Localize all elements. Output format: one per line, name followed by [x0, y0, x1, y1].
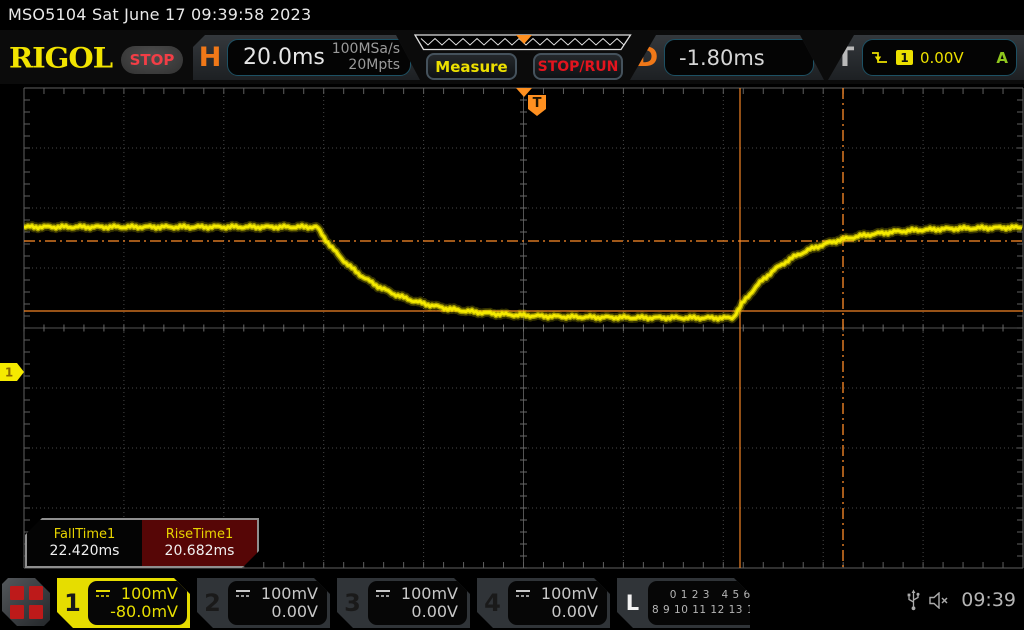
- digital-channels-row2: 8 9 10 11 12 13 14 15: [652, 603, 779, 618]
- dc-coupling-icon: [375, 589, 391, 598]
- trigger-level-value: 0.00V: [920, 49, 964, 67]
- measurement-risetime[interactable]: RiseTime1 20.682ms: [142, 520, 257, 566]
- model-and-datetime: MSO5104 Sat June 17 09:39:58 2023: [8, 5, 311, 24]
- channel-2-status[interactable]: 2 100mV 0.00V: [197, 578, 330, 628]
- delay-label: D: [630, 42, 664, 73]
- channel-scale: 100mV: [121, 585, 178, 603]
- acquisition-status-badge: STOP: [121, 46, 183, 74]
- timebase-value: 20.0ms: [228, 45, 325, 70]
- horizontal-settings-panel[interactable]: H 20.0ms 100MSa/s 20Mpts: [193, 35, 420, 80]
- trigger-label: T: [828, 42, 862, 73]
- trigger-sweep-mode: A: [996, 49, 1008, 67]
- rigol-logo: RIGOL: [9, 42, 112, 74]
- waveform-overview-bar[interactable]: [414, 34, 632, 51]
- dc-coupling-icon: [235, 589, 251, 598]
- trigger-panel[interactable]: T 1 0.00V A: [828, 35, 1024, 80]
- usb-icon: [907, 589, 920, 611]
- channel-menu-button[interactable]: [2, 578, 50, 626]
- waveform-display-area[interactable]: T1 FallTime1 22.420ms RiseTime1 20.682ms: [0, 84, 1024, 572]
- stop-run-button[interactable]: STOP/RUN: [533, 53, 623, 80]
- speaker-muted-icon: [928, 592, 953, 609]
- channel-number: 1: [57, 578, 88, 628]
- delay-display[interactable]: -1.80ms: [664, 39, 814, 76]
- measurement-falltime[interactable]: FallTime1 22.420ms: [27, 520, 142, 566]
- channel-1-status[interactable]: 1 100mV -80.0mV: [57, 578, 190, 628]
- measurement-value: 20.682ms: [165, 543, 235, 559]
- acquisition-rates: 100MSa/s 20Mpts: [332, 42, 410, 73]
- system-status-icons: 09:39: [907, 589, 1016, 611]
- horizontal-label: H: [193, 42, 227, 73]
- measurement-name: RiseTime1: [166, 527, 234, 542]
- dc-coupling-icon: [515, 589, 531, 598]
- channel-status-bar: 1 100mV -80.0mV 2 100mV 0.00V: [0, 572, 1024, 630]
- svg-text:1: 1: [5, 366, 13, 380]
- svg-text:T: T: [533, 96, 542, 111]
- top-title-bar: MSO5104 Sat June 17 09:39:58 2023: [0, 0, 1024, 30]
- channel-number: 2: [197, 578, 228, 628]
- trigger-display[interactable]: 1 0.00V A: [862, 39, 1017, 76]
- channel-number: 4: [477, 578, 508, 628]
- memory-depth: 20Mpts: [348, 57, 400, 73]
- delay-value: -1.80ms: [665, 46, 765, 70]
- channel-number: 3: [337, 578, 368, 628]
- channel-scale: 100mV: [261, 585, 318, 603]
- channel-offset: 0.00V: [515, 603, 598, 621]
- falling-edge-icon: [871, 51, 889, 65]
- trigger-source-badge: 1: [896, 50, 913, 65]
- channel-offset: -80.0mV: [95, 603, 178, 621]
- measurement-name: FallTime1: [54, 527, 116, 542]
- logic-label: L: [617, 578, 648, 628]
- channel-3-status[interactable]: 3 100mV 0.00V: [337, 578, 470, 628]
- clock: 09:39: [961, 589, 1016, 611]
- timebase-display[interactable]: 20.0ms 100MSa/s 20Mpts: [227, 39, 411, 76]
- header-toolbar: RIGOL STOP H 20.0ms 100MSa/s 20Mpts Meas…: [0, 30, 1024, 84]
- sample-rate: 100MSa/s: [332, 41, 400, 57]
- channel-scale: 100mV: [401, 585, 458, 603]
- channel-4-status[interactable]: 4 100mV 0.00V: [477, 578, 610, 628]
- four-squares-icon: [10, 586, 43, 619]
- channel-offset: 0.00V: [235, 603, 318, 621]
- dc-coupling-icon: [95, 589, 111, 598]
- logic-analyzer-status[interactable]: L 0 1 2 3 4 5 6 7 8 9 10 11 12 13 14 15: [617, 578, 750, 628]
- delay-panel[interactable]: D -1.80ms: [630, 35, 824, 80]
- scope-graticule-and-trace: T1: [0, 84, 1024, 572]
- measurement-value: 22.420ms: [50, 543, 120, 559]
- channel-scale: 100mV: [541, 585, 598, 603]
- measure-button[interactable]: Measure: [426, 53, 517, 80]
- measurement-results-box: FallTime1 22.420ms RiseTime1 20.682ms: [25, 518, 259, 568]
- channel-offset: 0.00V: [375, 603, 458, 621]
- digital-channels-row1: 0 1 2 3 4 5 6 7: [652, 588, 779, 603]
